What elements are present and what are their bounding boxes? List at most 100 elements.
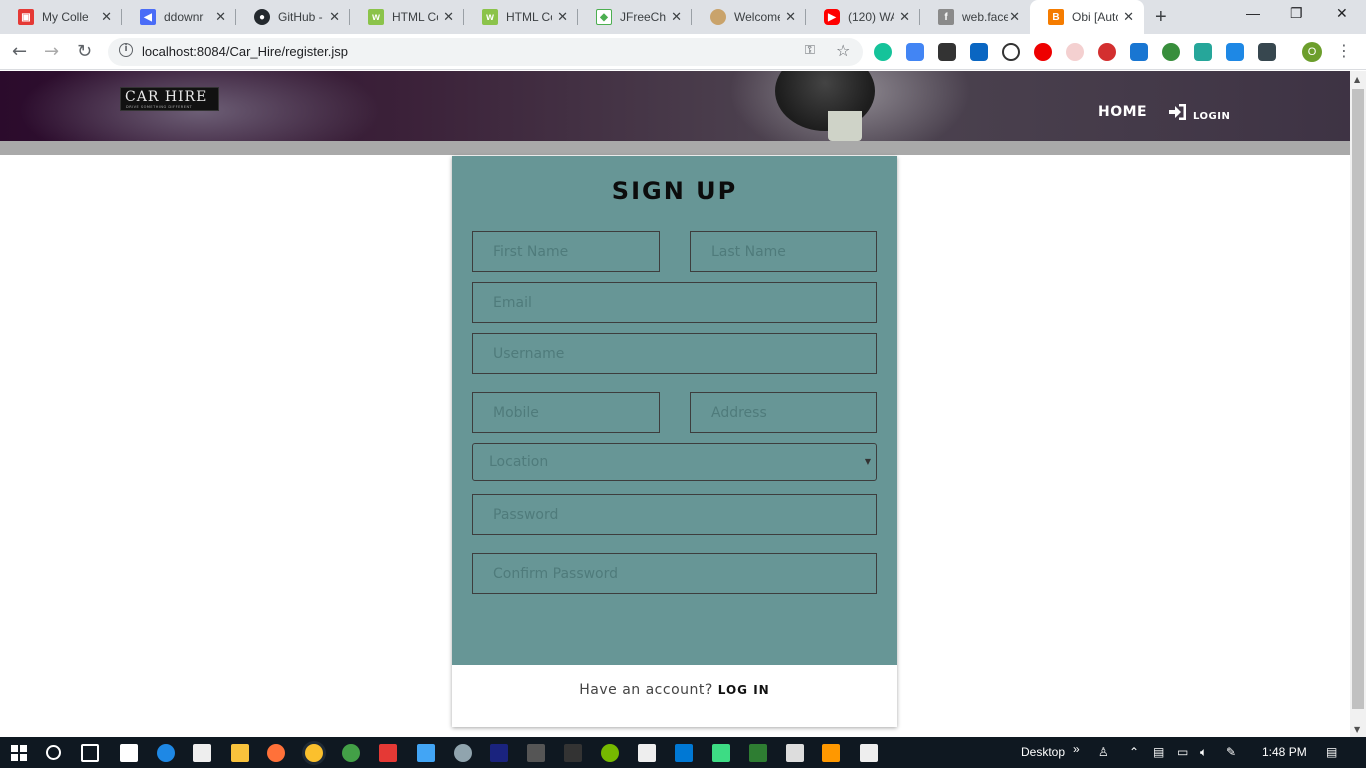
- mobile-field[interactable]: [472, 392, 660, 433]
- close-icon[interactable]: ✕: [899, 9, 910, 25]
- grammarly-icon[interactable]: [874, 43, 892, 61]
- chrome-icon[interactable]: [305, 744, 323, 762]
- intellij-icon[interactable]: [490, 744, 508, 762]
- scrollbar-thumb[interactable]: [1352, 89, 1364, 709]
- file-explorer-icon[interactable]: [231, 744, 249, 762]
- close-icon[interactable]: ✕: [215, 9, 226, 25]
- address-bar[interactable]: i localhost:8084/Car_Hire/register.jsp ⚿…: [108, 38, 863, 66]
- username-field[interactable]: [472, 333, 877, 374]
- vscode-icon[interactable]: [675, 744, 693, 762]
- close-icon[interactable]: ✕: [1009, 9, 1020, 25]
- app-icon[interactable]: [342, 744, 360, 762]
- tab[interactable]: ◆ JFreeCha ✕: [578, 0, 692, 34]
- email-field[interactable]: [472, 282, 877, 323]
- tab[interactable]: ● GitHub - ✕: [236, 0, 350, 34]
- mail-icon[interactable]: [120, 744, 138, 762]
- nav-home-link[interactable]: HOME: [1098, 104, 1147, 120]
- app-icon[interactable]: [749, 744, 767, 762]
- app-icon[interactable]: [417, 744, 435, 762]
- close-icon[interactable]: ✕: [557, 9, 568, 25]
- edge-icon[interactable]: [157, 744, 175, 762]
- app-icon[interactable]: [527, 744, 545, 762]
- site-logo[interactable]: CAR HIRE DRIVE SOMETHING DIFFERENT: [120, 87, 219, 111]
- tab-active[interactable]: B Obi [Auto ✕: [1030, 0, 1144, 34]
- opera-icon[interactable]: [1034, 43, 1052, 61]
- people-icon[interactable]: ♙: [1098, 745, 1109, 759]
- photos-icon[interactable]: [860, 744, 878, 762]
- chevron-up-icon[interactable]: ⌃: [1129, 745, 1139, 759]
- app-icon[interactable]: [638, 744, 656, 762]
- extension-icon[interactable]: [1258, 43, 1276, 61]
- back-icon[interactable]: ←: [12, 41, 27, 62]
- scroll-up-icon[interactable]: ▲: [1354, 75, 1360, 84]
- linkedin-icon[interactable]: [970, 43, 988, 61]
- tab[interactable]: w HTML Co ✕: [464, 0, 578, 34]
- forward-icon[interactable]: →: [44, 41, 59, 62]
- android-studio-icon[interactable]: [712, 744, 730, 762]
- tab[interactable]: ◀ ddownr ✕: [122, 0, 236, 34]
- app-icon[interactable]: [786, 744, 804, 762]
- speedometer-icon[interactable]: [1002, 43, 1020, 61]
- close-icon[interactable]: ✕: [101, 9, 112, 25]
- scroll-down-icon[interactable]: ▼: [1354, 725, 1360, 734]
- profile-avatar[interactable]: O: [1302, 42, 1322, 62]
- first-name-field[interactable]: [472, 231, 660, 272]
- login-link[interactable]: LOG IN: [718, 683, 770, 697]
- address-field[interactable]: [690, 392, 877, 433]
- network-icon[interactable]: ▤: [1153, 745, 1164, 759]
- extension-icon[interactable]: [1194, 43, 1212, 61]
- clock[interactable]: 1:48 PM: [1262, 745, 1307, 759]
- app-icon[interactable]: [564, 744, 582, 762]
- extension-icon[interactable]: [1162, 43, 1180, 61]
- extension-icon[interactable]: [938, 43, 956, 61]
- chevron-right-icon[interactable]: »: [1073, 742, 1080, 756]
- translate-icon[interactable]: [906, 43, 924, 61]
- pen-icon[interactable]: ✎: [1226, 745, 1236, 759]
- last-name-field[interactable]: [690, 231, 877, 272]
- new-tab-icon[interactable]: +: [1155, 6, 1167, 29]
- sublime-icon[interactable]: [822, 744, 840, 762]
- extension-icon[interactable]: [1098, 43, 1116, 61]
- windows-start-icon[interactable]: [11, 745, 27, 761]
- confirm-password-field[interactable]: [472, 553, 877, 594]
- restore-icon[interactable]: ❐: [1290, 5, 1303, 22]
- notifications-icon[interactable]: ▤: [1326, 745, 1337, 759]
- extension-icon[interactable]: [1226, 43, 1244, 61]
- extension-icon[interactable]: [1066, 43, 1084, 61]
- reload-icon[interactable]: ↻: [77, 41, 92, 62]
- utorrent-icon[interactable]: [601, 744, 619, 762]
- info-icon[interactable]: i: [119, 43, 133, 57]
- close-icon[interactable]: ✕: [671, 9, 682, 25]
- tab[interactable]: f web.facel ✕: [920, 0, 1030, 34]
- extension-icon[interactable]: [1130, 43, 1148, 61]
- search-icon[interactable]: [46, 745, 61, 760]
- location-select[interactable]: Location ▼: [472, 443, 877, 481]
- tab[interactable]: w HTML Co ✕: [350, 0, 464, 34]
- tab[interactable]: ▶ (120) WA ✕: [806, 0, 920, 34]
- close-window-icon[interactable]: ✕: [1336, 5, 1348, 22]
- password-field[interactable]: [472, 494, 877, 535]
- app-icon[interactable]: [379, 744, 397, 762]
- login-icon[interactable]: [1168, 102, 1188, 122]
- firefox-icon[interactable]: [267, 744, 285, 762]
- task-view-icon[interactable]: [81, 744, 99, 762]
- nav-login-link[interactable]: LOGIN: [1193, 111, 1230, 122]
- minimize-icon[interactable]: —: [1246, 5, 1260, 21]
- close-icon[interactable]: ✕: [785, 9, 796, 25]
- app-icon[interactable]: [454, 744, 472, 762]
- ddownr-icon: ◀: [140, 9, 156, 25]
- url-text[interactable]: localhost:8084/Car_Hire/register.jsp: [142, 44, 348, 59]
- menu-icon[interactable]: ⋮: [1336, 41, 1352, 60]
- key-icon[interactable]: ⚿: [805, 43, 815, 58]
- close-icon[interactable]: ✕: [329, 9, 340, 25]
- desktop-toolbar-label[interactable]: Desktop: [1021, 745, 1065, 759]
- battery-icon[interactable]: ▭: [1177, 745, 1188, 759]
- tab[interactable]: Welcome ✕: [692, 0, 806, 34]
- volume-icon[interactable]: 🔈︎: [1200, 745, 1207, 760]
- tab[interactable]: ▣ My Colle ✕: [0, 0, 122, 34]
- close-icon[interactable]: ✕: [1123, 9, 1134, 25]
- bookmark-star-icon[interactable]: ☆: [836, 41, 850, 60]
- store-icon[interactable]: [193, 744, 211, 762]
- close-icon[interactable]: ✕: [443, 9, 454, 25]
- page-scrollbar[interactable]: ▲ ▼: [1350, 71, 1366, 737]
